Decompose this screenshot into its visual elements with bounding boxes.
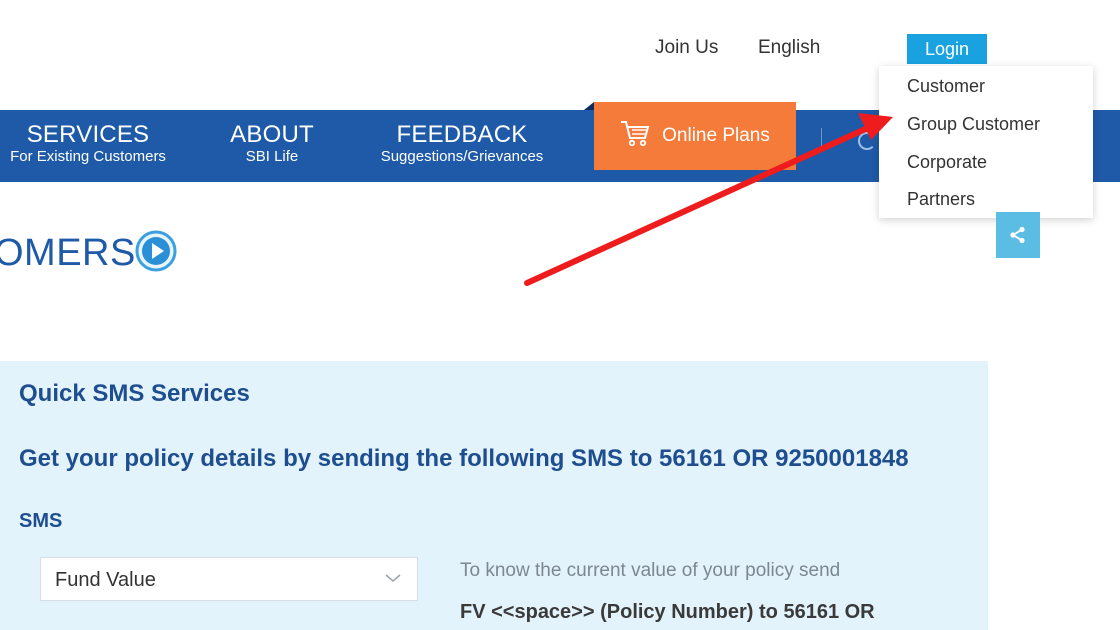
nav-services[interactable]: SERVICES For Existing Customers bbox=[0, 122, 176, 166]
language-selector[interactable]: English bbox=[758, 37, 820, 59]
search-icon[interactable] bbox=[858, 132, 876, 150]
page-title: OMERS bbox=[0, 232, 136, 274]
sms-type-select[interactable]: Fund Value bbox=[40, 557, 418, 601]
share-button[interactable] bbox=[996, 212, 1040, 258]
nav-feedback-subtitle: Suggestions/Grievances bbox=[380, 148, 544, 165]
cart-icon bbox=[620, 119, 650, 153]
join-us-link[interactable]: Join Us bbox=[655, 37, 718, 59]
top-links: Join Us English Login bbox=[0, 34, 1120, 64]
nav-divider bbox=[821, 128, 822, 152]
sms-panel-title: Quick SMS Services bbox=[19, 380, 250, 407]
online-plans-button[interactable]: Online Plans bbox=[584, 102, 796, 170]
share-icon bbox=[1010, 226, 1025, 244]
sms-label: SMS bbox=[19, 510, 63, 532]
sms-description: To know the current value of your policy… bbox=[460, 560, 841, 581]
login-menu-group-customer[interactable]: Group Customer bbox=[907, 114, 1040, 135]
nav-feedback-title: FEEDBACK bbox=[396, 121, 528, 148]
login-dropdown: Customer Group Customer Corporate Partne… bbox=[879, 66, 1093, 218]
nav-about[interactable]: ABOUT SBI Life bbox=[222, 122, 322, 166]
sms-code: FV <<space>> (Policy Number) to 56161 OR bbox=[460, 601, 875, 623]
nav-services-title: SERVICES bbox=[26, 121, 150, 148]
play-circle-icon bbox=[135, 230, 177, 272]
chevron-down-icon bbox=[385, 574, 401, 583]
online-plans-label: Online Plans bbox=[662, 125, 770, 146]
nav-about-title: ABOUT bbox=[230, 121, 314, 148]
sms-type-selected: Fund Value bbox=[55, 569, 156, 591]
nav-about-subtitle: SBI Life bbox=[245, 148, 299, 165]
nav-feedback[interactable]: FEEDBACK Suggestions/Grievances bbox=[362, 122, 562, 166]
login-menu-corporate[interactable]: Corporate bbox=[907, 152, 987, 173]
login-button[interactable]: Login bbox=[907, 34, 987, 64]
nav-services-subtitle: For Existing Customers bbox=[10, 148, 166, 165]
login-menu-partners[interactable]: Partners bbox=[907, 189, 975, 210]
sms-panel-subtitle: Get your policy details by sending the f… bbox=[19, 445, 909, 472]
login-menu-customer[interactable]: Customer bbox=[907, 76, 985, 97]
